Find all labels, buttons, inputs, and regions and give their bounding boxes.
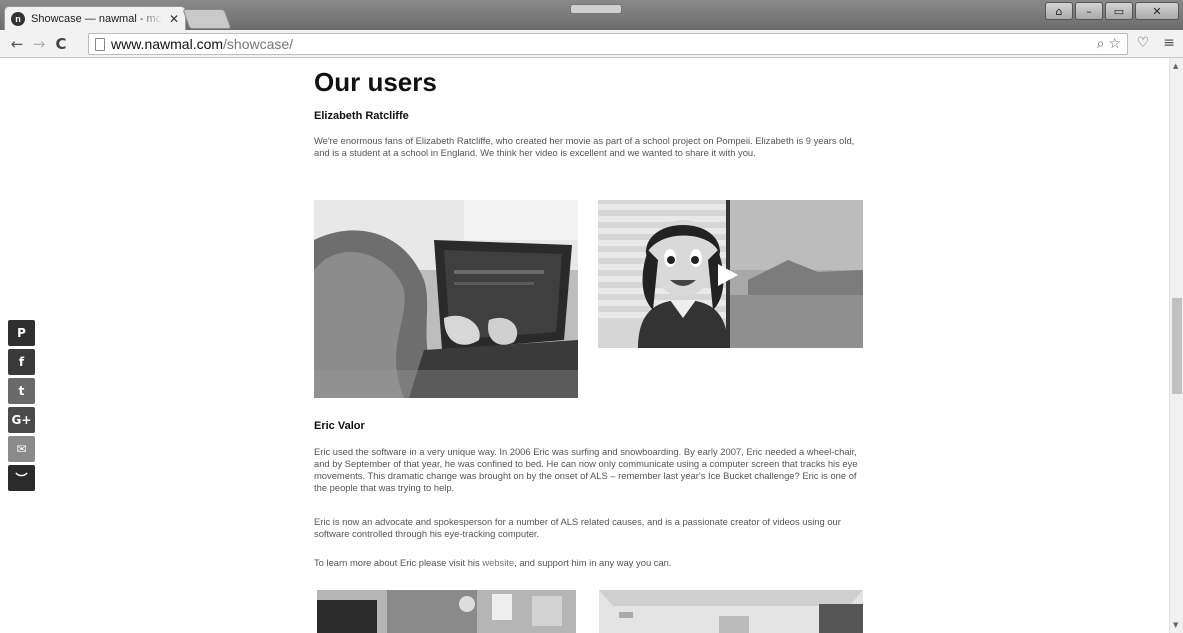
close-window-button[interactable]: ✕ bbox=[1135, 2, 1179, 20]
share-google-plus-icon[interactable]: G+ bbox=[8, 407, 35, 433]
user-bio-eric-3: To learn more about Eric please visit hi… bbox=[314, 557, 864, 569]
page-title: Our users bbox=[314, 67, 437, 97]
tab-close-icon[interactable]: ✕ bbox=[169, 12, 179, 26]
eric-photo-1 bbox=[317, 590, 576, 633]
elizabeth-video-thumbnail[interactable] bbox=[598, 200, 863, 348]
maximize-button[interactable]: ▭ bbox=[1105, 2, 1133, 20]
share-sumome-icon[interactable]: ︶ bbox=[8, 465, 35, 491]
elizabeth-photo bbox=[314, 200, 578, 398]
user-name-elizabeth: Elizabeth Ratcliffe bbox=[314, 110, 409, 122]
page-viewport: Pf t G+ ✉ ︶ Our users Elizabeth Ratcliffe We… bbox=[0, 58, 1183, 633]
scroll-thumb[interactable] bbox=[1172, 298, 1182, 394]
user-bio-elizabeth: We're enormous fans of Elizabeth Ratclif… bbox=[314, 135, 855, 158]
forward-icon[interactable]: → bbox=[28, 35, 50, 53]
share-facebook-icon[interactable]: f bbox=[8, 349, 35, 375]
minimize-button[interactable]: – bbox=[1075, 2, 1103, 20]
user-profile-button[interactable]: ⌂ bbox=[1045, 2, 1073, 20]
bio-text-before-link: To learn more about Eric please visit hi… bbox=[314, 557, 483, 568]
address-bar[interactable]: www.nawmal.com/showcase/ ⌕ ☆ bbox=[88, 33, 1128, 55]
url-path: /showcase/ bbox=[223, 36, 294, 52]
eric-website-link[interactable]: website bbox=[482, 557, 514, 568]
user-bio-eric-2: Eric is now an advocate and spokesperson… bbox=[314, 516, 841, 539]
zoom-icon[interactable]: ⌕ bbox=[1097, 36, 1105, 52]
url-host: www.nawmal.com bbox=[111, 36, 224, 52]
window-controls: ⌂ – ▭ ✕ bbox=[1045, 2, 1179, 20]
user-name-eric: Eric Valor bbox=[314, 420, 365, 432]
user-bio-eric-1: Eric used the software in a very unique … bbox=[314, 446, 858, 493]
bio-text-after-link: , and support him in any way you can. bbox=[514, 557, 672, 568]
bookmark-star-icon[interactable]: ☆ bbox=[1108, 36, 1121, 52]
tab-title: Showcase — nawmal - mc bbox=[31, 12, 162, 25]
back-icon[interactable]: ← bbox=[6, 35, 28, 53]
reload-icon[interactable]: C bbox=[50, 35, 72, 53]
browser-toolbar: ← → C www.nawmal.com/showcase/ ⌕ ☆ ♡ ≡ bbox=[0, 30, 1183, 58]
browser-titlebar: n Showcase — nawmal - mc ✕ ⌂ – ▭ ✕ bbox=[0, 0, 1183, 30]
browser-tab[interactable]: n Showcase — nawmal - mc ✕ bbox=[4, 6, 186, 30]
share-twitter-icon[interactable]: t bbox=[8, 378, 35, 404]
new-tab-button[interactable] bbox=[182, 9, 232, 29]
pocket-icon[interactable]: ♡ bbox=[1137, 35, 1150, 51]
scroll-down-icon[interactable]: ▼ bbox=[1173, 621, 1178, 629]
play-icon[interactable] bbox=[718, 264, 738, 286]
share-pinterest-icon[interactable]: P bbox=[8, 320, 35, 346]
site-favicon-icon: n bbox=[11, 11, 25, 26]
share-email-icon[interactable]: ✉ bbox=[8, 436, 35, 462]
page-scrollbar[interactable]: ▲ ▼ bbox=[1169, 58, 1183, 633]
menu-icon[interactable]: ≡ bbox=[1163, 35, 1175, 51]
eric-photo-2 bbox=[599, 590, 863, 633]
window-drag-handle[interactable] bbox=[570, 4, 622, 14]
page-icon bbox=[95, 37, 105, 51]
scroll-up-icon[interactable]: ▲ bbox=[1173, 62, 1178, 70]
social-share-bar: Pf t G+ ✉ ︶ bbox=[8, 320, 35, 491]
